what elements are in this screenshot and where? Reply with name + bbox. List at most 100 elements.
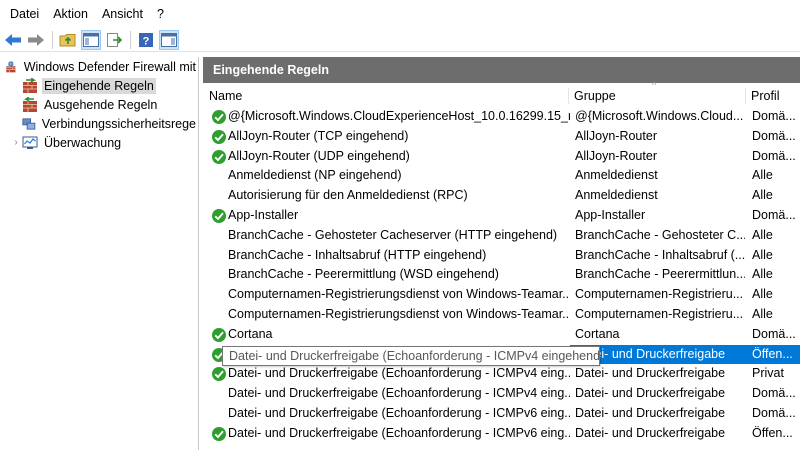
rule-name-cell: Datei- und Druckerfreigabe (Echoanforder… (228, 366, 570, 381)
up-one-level-button[interactable] (58, 30, 78, 50)
rule-group-cell: Computernamen-Registrieru... (575, 306, 744, 321)
tree-item-label: Verbindungssicherheitsrege (41, 116, 196, 131)
tree-item-firewall-root[interactable]: Windows Defender Firewall mit (0, 57, 198, 76)
rule-profile-cell: Domä... (752, 109, 796, 123)
rule-group-cell: @{Microsoft.Windows.Cloud... (575, 109, 744, 123)
rule-name-cell: Cortana (228, 326, 273, 341)
monitoring-icon (22, 136, 38, 149)
rule-group-cell: App-Installer (575, 207, 646, 222)
rule-profile-cell: Domä... (752, 148, 796, 163)
help-icon: ? (139, 32, 153, 47)
menu-aktion[interactable]: Aktion (47, 3, 94, 25)
rule-profile-cell: Öffen... (752, 425, 793, 440)
table-row[interactable]: Computernamen-Registrierungsdienst von W… (203, 285, 800, 305)
tree-item-inbound-rules[interactable]: Eingehende Regeln (0, 76, 198, 95)
rule-name-cell: BranchCache - Gehosteter Cacheserver (HT… (228, 227, 558, 242)
rule-group-cell: Datei- und Druckerfreigabe (575, 386, 726, 401)
rule-group-cell: AllJoyn-Router (575, 148, 657, 163)
table-row[interactable]: Datei- und Druckerfreigabe (Echoanforder… (203, 424, 800, 444)
back-button[interactable] (3, 30, 23, 50)
tree-item-monitoring[interactable]: › Überwachung (0, 133, 198, 152)
rule-name-cell: BranchCache - Inhaltsabruf (HTTP eingehe… (228, 247, 487, 262)
show-hide-console-tree-button[interactable] (81, 29, 101, 50)
show-hide-action-pane-button[interactable] (159, 29, 179, 50)
table-row[interactable]: AllJoyn-Router (TCP eingehend) AllJoyn-Ro… (203, 127, 800, 147)
rule-name-cell: Computernamen-Registrierungsdienst von W… (228, 306, 570, 321)
forward-arrow-icon (28, 33, 44, 46)
rule-group-cell: BranchCache - Peerermittlun... (575, 267, 745, 282)
inbound-rules-icon (23, 77, 37, 93)
table-row[interactable]: AllJoyn-Router (UDP eingehend) AllJoyn-Ro… (203, 147, 800, 167)
help-button[interactable]: ? (136, 30, 156, 50)
toolbar-separator (52, 30, 53, 49)
expand-chevron-icon[interactable]: › (10, 137, 22, 148)
toolbar: ? (0, 28, 800, 52)
enabled-check-icon (212, 426, 226, 441)
rule-profile-cell: Alle (752, 267, 773, 282)
column-header-profile[interactable]: Profil (745, 85, 800, 107)
enabled-check-icon (212, 129, 226, 144)
forward-button[interactable] (26, 30, 46, 50)
enabled-check-icon (212, 327, 226, 342)
table-row[interactable]: App-Installer App-Installer Domä... (203, 206, 800, 226)
rules-list: @{Microsoft.Windows.CloudExperienceHost_… (203, 107, 800, 444)
enabled-check-icon (212, 367, 226, 382)
rule-group-cell: Datei- und Druckerfreigabe (575, 346, 726, 361)
rule-profile-cell: Domä... (752, 207, 796, 222)
rule-name-cell: @{Microsoft.Windows.CloudExperienceHost_… (228, 109, 570, 123)
rule-group-cell: Datei- und Druckerfreigabe (575, 425, 726, 440)
action-pane-icon (161, 32, 177, 47)
rule-profile-cell: Domä... (752, 405, 796, 420)
rule-group-cell: Anmeldedienst (575, 168, 658, 183)
console-tree-icon (83, 32, 99, 47)
menu-datei[interactable]: Datei (4, 3, 45, 25)
rule-name-cell: Datei- und Druckerfreigabe (Echoanforder… (228, 425, 570, 440)
back-arrow-icon (5, 33, 21, 46)
menu-bar: Datei Aktion Ansicht ? (0, 0, 800, 28)
table-row[interactable]: BranchCache - Gehosteter Cacheserver (HT… (203, 226, 800, 246)
table-row[interactable]: BranchCache - Inhaltsabruf (HTTP eingehe… (203, 246, 800, 266)
rule-name-cell: AllJoyn-Router (UDP eingehend) (228, 148, 410, 163)
table-row[interactable]: Anmeldedienst (NP eingehend) Anmeldediens… (203, 166, 800, 186)
table-row[interactable]: @{Microsoft.Windows.CloudExperienceHost_… (203, 107, 800, 127)
name-tooltip: Datei- und Druckerfreigabe (Echoanforder… (222, 346, 600, 366)
rule-group-cell: Computernamen-Registrieru... (575, 287, 744, 302)
rule-group-cell: AllJoyn-Router (575, 128, 657, 143)
tree-item-outbound-rules[interactable]: Ausgehende Regeln (0, 95, 198, 114)
rule-profile-cell: Domä... (752, 128, 796, 143)
rule-profile-cell: Alle (752, 247, 773, 262)
rule-group-cell: BranchCache - Inhaltsabruf (... (575, 247, 745, 262)
enabled-check-icon (212, 208, 226, 223)
tree-item-label: Überwachung (44, 135, 122, 150)
rule-profile-cell: Domä... (752, 386, 796, 401)
rule-profile-cell: Öffen... (752, 346, 793, 361)
tree-item-connection-security[interactable]: Verbindungssicherheitsrege (0, 114, 198, 133)
enabled-check-icon (212, 110, 226, 124)
console-tree: Windows Defender Firewall mit Eingehende… (0, 57, 199, 450)
toolbar-separator (130, 30, 131, 49)
rule-profile-cell: Domä... (752, 326, 796, 341)
folder-up-icon (59, 33, 76, 46)
rule-group-cell: Datei- und Druckerfreigabe (575, 366, 726, 381)
export-list-button[interactable] (104, 30, 124, 50)
column-headers: Name Gruppe ^ Profil (203, 80, 800, 107)
rule-group-cell: BranchCache - Gehosteter C... (575, 227, 745, 242)
table-row[interactable]: BranchCache - Peerermittlung (WSD eingeh… (203, 265, 800, 285)
column-header-name[interactable]: Name (203, 85, 568, 107)
table-row[interactable]: Datei- und Druckerfreigabe (Echoanforder… (203, 364, 800, 384)
panel-title: Eingehende Regeln (203, 57, 800, 83)
rules-panel: Eingehende Regeln Name Gruppe ^ Profil @… (203, 57, 800, 450)
menu-ansicht[interactable]: Ansicht (96, 3, 149, 25)
table-row[interactable]: Datei- und Druckerfreigabe (Echoanforder… (203, 384, 800, 404)
table-row[interactable]: Datei- und Druckerfreigabe (Echoanforder… (203, 404, 800, 424)
column-header-group[interactable]: Gruppe (568, 85, 745, 107)
menu-help[interactable]: ? (151, 3, 170, 25)
rule-name-cell: Autorisierung für den Anmeldedienst (RPC… (228, 188, 468, 203)
table-row[interactable]: Autorisierung für den Anmeldedienst (RPC… (203, 186, 800, 206)
rule-name-cell: AllJoyn-Router (TCP eingehend) (228, 128, 409, 143)
rule-profile-cell: Alle (752, 168, 773, 183)
sort-ascending-icon: ^ (652, 80, 657, 90)
table-row[interactable]: Computernamen-Registrierungsdienst von W… (203, 305, 800, 325)
firewall-icon (6, 60, 16, 72)
table-row[interactable]: Cortana Cortana Domä... (203, 325, 800, 345)
